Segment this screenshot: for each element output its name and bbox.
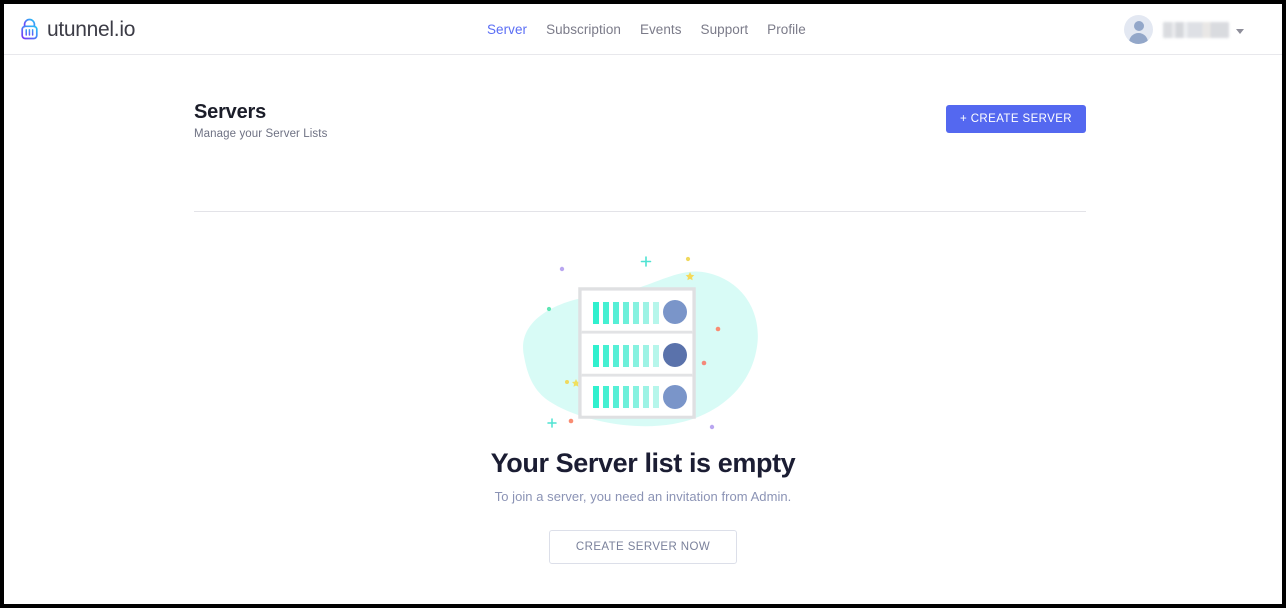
header-divider	[194, 211, 1086, 212]
page-title: Servers	[194, 101, 327, 124]
app-window: utunnel.io Server Subscription Events Su…	[0, 0, 1286, 608]
empty-state: Your Server list is empty To join a serv…	[4, 251, 1282, 564]
page-title-block: Servers Manage your Server Lists	[194, 101, 327, 140]
empty-state-subtitle: To join a server, you need an invitation…	[495, 489, 792, 504]
chevron-down-icon[interactable]	[1236, 29, 1244, 34]
nav-item-server[interactable]: Server	[487, 22, 546, 37]
brand-logo[interactable]: utunnel.io	[18, 4, 135, 55]
page-header: Servers Manage your Server Lists + CREAT…	[194, 101, 1086, 140]
server-rack-illustration	[508, 251, 778, 441]
nav-item-support[interactable]: Support	[701, 22, 768, 37]
empty-state-title: Your Server list is empty	[491, 448, 796, 479]
app-header: utunnel.io Server Subscription Events Su…	[4, 4, 1282, 55]
create-server-now-button[interactable]: CREATE SERVER NOW	[549, 530, 737, 564]
create-server-button[interactable]: + CREATE SERVER	[946, 105, 1086, 133]
user-name-redacted	[1163, 22, 1229, 38]
nav-item-subscription[interactable]: Subscription	[546, 22, 640, 37]
brand-name: utunnel.io	[47, 18, 135, 42]
user-menu[interactable]	[1124, 4, 1244, 55]
nav-item-profile[interactable]: Profile	[767, 22, 825, 37]
padlock-tunnel-icon	[18, 18, 41, 41]
user-avatar-icon	[1124, 15, 1153, 44]
page-content: Servers Manage your Server Lists + CREAT…	[4, 55, 1282, 604]
page-subtitle: Manage your Server Lists	[194, 128, 327, 140]
nav-item-events[interactable]: Events	[640, 22, 701, 37]
main-navigation: Server Subscription Events Support Profi…	[487, 4, 825, 55]
